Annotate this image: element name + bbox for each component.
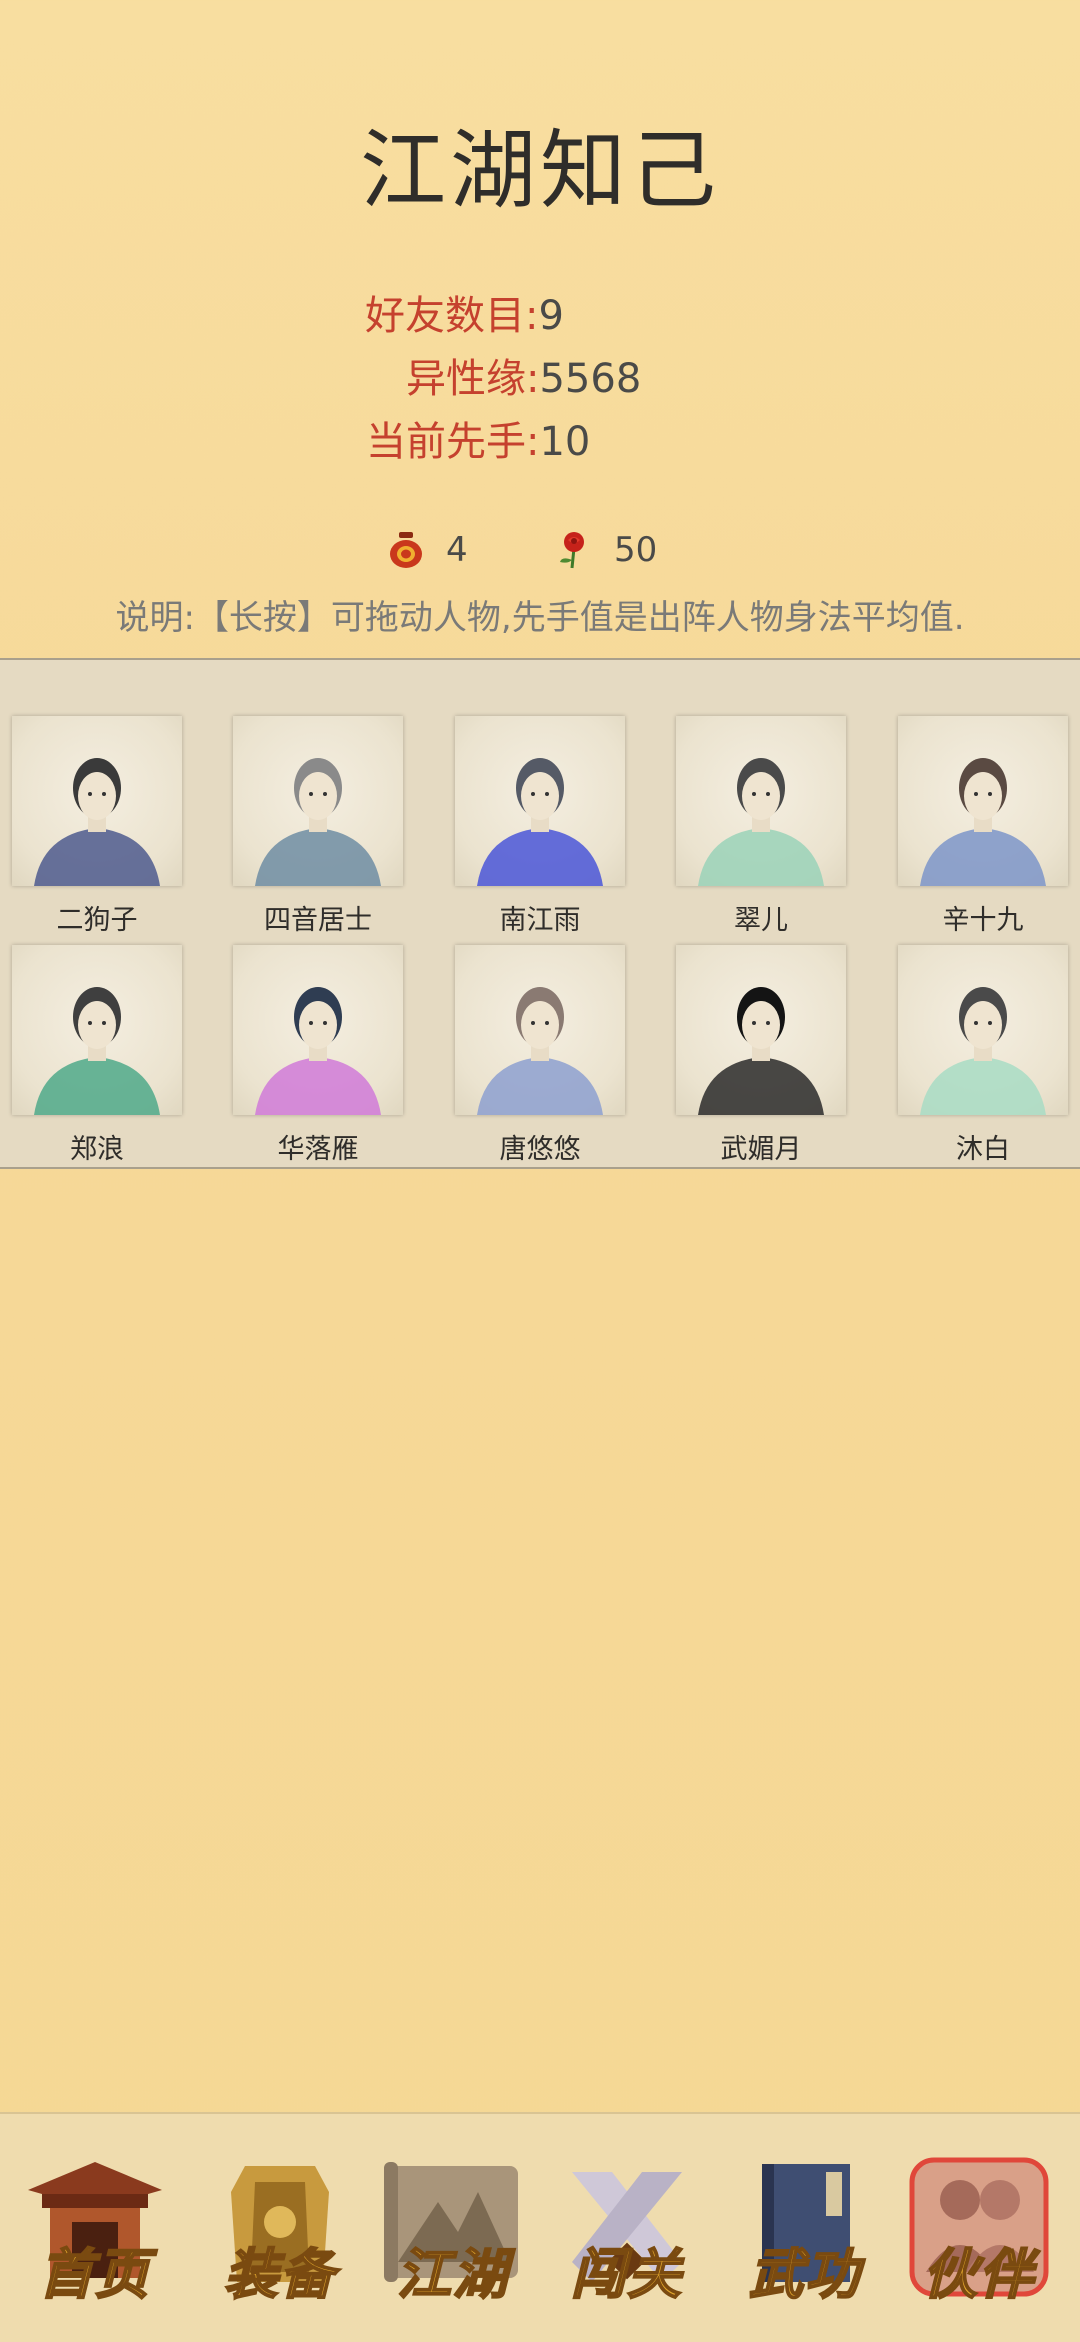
character-portrait — [676, 716, 846, 886]
page-title: 江湖知己 — [360, 121, 720, 221]
resource-value: 50 — [614, 530, 658, 570]
stat-value: 9 — [538, 293, 564, 339]
character-name: 翠儿 — [734, 905, 788, 936]
character-figure — [477, 987, 603, 1115]
character-figure — [698, 758, 824, 886]
character-name: 武媚月 — [720, 1134, 802, 1165]
stat-initiative: 当前先手:10 — [366, 409, 590, 467]
character-portrait — [233, 945, 403, 1115]
character-portrait — [233, 716, 403, 886]
stat-label: 异性缘: — [406, 356, 540, 402]
character-portrait — [12, 716, 182, 886]
character-figure — [34, 987, 160, 1115]
nav-jianghu[interactable]: 江湖 — [378, 2152, 528, 2307]
nav-label: 闯关 — [570, 2241, 683, 2307]
character-figure — [255, 758, 381, 886]
companion-grid: 二狗子 四音居士 南江雨 翠儿 辛十九 郑浪 华落雁 唐悠悠 武媚月 沐白 — [0, 658, 1080, 1169]
nav-equipment[interactable]: 装备 — [205, 2152, 355, 2307]
character-name: 四音居士 — [264, 905, 372, 936]
nav-companions[interactable]: 伙伴 — [904, 2152, 1054, 2307]
character-card[interactable]: 武媚月 — [676, 945, 846, 1166]
character-card[interactable]: 四音居士 — [233, 716, 403, 937]
resource-value: 4 — [446, 530, 468, 570]
character-name: 沐白 — [956, 1134, 1010, 1165]
character-name: 唐悠悠 — [499, 1134, 581, 1165]
rose-icon — [560, 532, 584, 569]
character-name: 辛十九 — [942, 905, 1024, 936]
stat-label: 好友数目: — [365, 293, 539, 339]
character-card[interactable]: 二狗子 — [12, 716, 182, 937]
character-figure — [920, 987, 1046, 1115]
nav-label: 装备 — [223, 2241, 336, 2307]
character-name: 郑浪 — [70, 1134, 124, 1165]
character-card[interactable]: 唐悠悠 — [455, 945, 625, 1166]
stat-value: 5568 — [539, 356, 642, 402]
character-name: 华落雁 — [277, 1134, 359, 1165]
character-portrait — [676, 945, 846, 1115]
character-card[interactable]: 翠儿 — [676, 716, 846, 937]
character-name: 二狗子 — [56, 905, 138, 936]
instruction-note: 说明:【长按】可拖动人物,先手值是出阵人物身法平均值. — [115, 598, 965, 638]
character-card[interactable]: 南江雨 — [455, 716, 625, 937]
nav-label: 首页 — [38, 2241, 151, 2307]
character-figure — [698, 987, 824, 1115]
nav-label: 伙伴 — [922, 2241, 1035, 2307]
nav-home[interactable]: 首页 — [20, 2152, 170, 2307]
character-figure — [255, 987, 381, 1115]
character-portrait — [898, 716, 1068, 886]
bottom-nav: 首页 装备 江湖 闯关 武功 伙伴 — [0, 2112, 1080, 2342]
character-figure — [34, 758, 160, 886]
stat-charm: 异性缘:5568 — [406, 346, 641, 404]
resource-wine: 4 — [388, 530, 468, 570]
nav-label: 武功 — [748, 2241, 861, 2307]
character-portrait — [455, 945, 625, 1115]
nav-label: 江湖 — [396, 2241, 509, 2307]
stat-label: 当前先手: — [366, 419, 540, 465]
character-portrait — [12, 945, 182, 1115]
nav-martial-arts[interactable]: 武功 — [730, 2152, 880, 2307]
stat-value: 10 — [539, 419, 591, 465]
character-card[interactable]: 辛十九 — [898, 716, 1068, 937]
character-card[interactable]: 郑浪 — [12, 945, 182, 1166]
character-figure — [477, 758, 603, 886]
character-card[interactable]: 沐白 — [898, 945, 1068, 1166]
character-name: 南江雨 — [499, 905, 581, 936]
stat-friend-count: 好友数目:9 — [365, 283, 564, 341]
character-portrait — [455, 716, 625, 886]
wine-jar-icon — [390, 532, 422, 568]
resource-rose: 50 — [556, 530, 657, 570]
character-card[interactable]: 华落雁 — [233, 945, 403, 1166]
character-figure — [920, 758, 1046, 886]
character-portrait — [898, 945, 1068, 1115]
nav-challenge[interactable]: 闯关 — [552, 2152, 702, 2307]
